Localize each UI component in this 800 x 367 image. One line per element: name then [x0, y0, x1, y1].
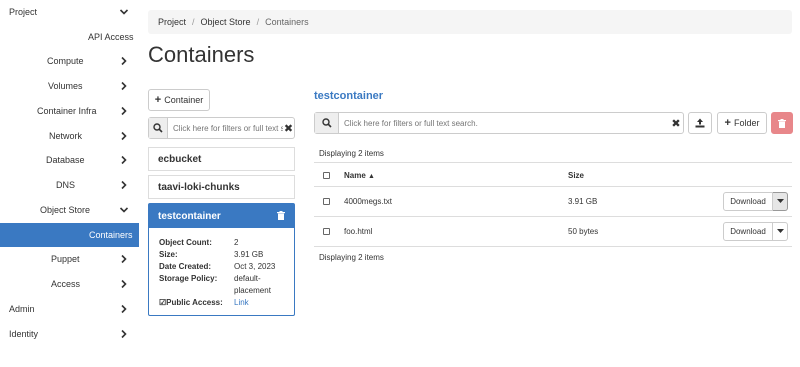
sidebar-item-dns[interactable]: DNS [0, 173, 139, 197]
displaying-count-top: Displaying 2 items [319, 149, 384, 158]
breadcrumb-object-store[interactable]: Object Store [201, 17, 251, 27]
close-icon[interactable]: ✖ [669, 117, 683, 130]
sidebar-item-container-infra[interactable]: Container Infra [0, 99, 139, 123]
chevron-right-icon [119, 155, 129, 165]
sidebar-item-label: API Access [88, 32, 134, 42]
breadcrumb-current: Containers [265, 17, 309, 27]
sidebar-item-label: Containers [89, 230, 133, 240]
chevron-right-icon [119, 304, 129, 314]
selected-container-header[interactable]: testcontainer [149, 204, 294, 228]
upload-icon [695, 118, 705, 128]
container-item-ecbucket[interactable]: ecbucket [148, 147, 295, 171]
chevron-right-icon [119, 106, 129, 116]
sidebar-item-network[interactable]: Network [0, 124, 139, 148]
search-icon [149, 118, 169, 138]
caret-down-icon[interactable] [773, 192, 788, 211]
object-name[interactable]: 4000megs.txt [344, 197, 392, 206]
table-divider [314, 246, 792, 247]
sidebar-item-label: Volumes [48, 81, 83, 91]
add-folder-button[interactable]: + Folder [717, 112, 767, 134]
add-container-label: Container [164, 95, 204, 105]
sort-up-icon: ▲ [368, 173, 375, 180]
chevron-right-icon [119, 81, 129, 91]
breadcrumb-project[interactable]: Project [158, 17, 186, 27]
upload-button[interactable] [688, 112, 712, 134]
caret-down-icon[interactable] [773, 222, 788, 241]
sidebar-item-compute[interactable]: Compute [0, 49, 139, 73]
chevron-right-icon [119, 279, 129, 289]
sidebar-item-label: Admin [9, 304, 35, 314]
object-search: ✖ [314, 112, 684, 134]
sidebar-item-identity[interactable]: Identity [0, 322, 139, 346]
trash-icon[interactable] [277, 211, 285, 220]
add-folder-label: Folder [733, 118, 760, 128]
close-icon[interactable]: ✖ [283, 122, 294, 135]
download-button[interactable]: Download [723, 192, 773, 211]
plus-icon: + [154, 94, 162, 106]
object-name[interactable]: foo.html [344, 227, 372, 236]
sidebar-item-label: Project [9, 7, 38, 17]
object-size: 50 bytes [568, 227, 599, 236]
sidebar-item-label: DNS [56, 180, 76, 190]
sidebar-item-access[interactable]: Access [0, 272, 139, 296]
delete-button[interactable] [771, 112, 793, 134]
public-access-link[interactable]: Link [234, 298, 249, 307]
container-name: taavi-loki-chunks [158, 181, 240, 193]
chevron-right-icon [119, 131, 129, 141]
sidebar-item-label: Access [51, 279, 81, 289]
trash-icon [778, 118, 786, 128]
container-search: ✖ [148, 117, 295, 139]
column-header-size[interactable]: Size [568, 171, 584, 180]
sidebar-item-label: Network [49, 131, 83, 141]
chevron-down-icon [119, 7, 129, 17]
chevron-right-icon [119, 254, 129, 264]
sidebar-item-object-store[interactable]: Object Store [0, 198, 139, 222]
row-checkbox[interactable] [323, 198, 330, 205]
container-title: testcontainer [314, 90, 384, 102]
breadcrumb: Project / Object Store / Containers [148, 10, 792, 34]
page-title: Containers [148, 42, 255, 67]
sidebar-item-database[interactable]: Database [0, 148, 139, 172]
container-name: ecbucket [158, 153, 202, 165]
selected-container-card: testcontainer Object Count: 2 Size: 3.91… [148, 203, 295, 316]
sidebar-item-volumes[interactable]: Volumes [0, 74, 139, 98]
column-header-name[interactable]: Name ▲ [344, 171, 375, 180]
search-icon [315, 113, 339, 133]
sidebar-item-containers[interactable]: Containers [0, 223, 139, 247]
sidebar-item-admin[interactable]: Admin [0, 297, 139, 321]
object-search-input[interactable] [339, 114, 669, 132]
sidebar-item-label: Compute [47, 56, 84, 66]
displaying-count-bottom: Displaying 2 items [319, 253, 384, 262]
sidebar-item-project[interactable]: Project [0, 0, 139, 24]
add-container-button[interactable]: + Container [148, 89, 210, 111]
sidebar-item-puppet[interactable]: Puppet [0, 247, 139, 271]
table-divider [314, 162, 792, 163]
table-row [314, 217, 792, 246]
sidebar-item-api-access[interactable]: API Access [0, 25, 139, 49]
download-button[interactable]: Download [723, 222, 773, 241]
chevron-right-icon [119, 56, 129, 66]
plus-icon: + [724, 117, 731, 129]
container-name: testcontainer [158, 210, 221, 222]
select-all-checkbox[interactable] [323, 172, 330, 179]
breadcrumb-separator: / [256, 17, 260, 27]
download-group: Download [723, 192, 788, 211]
sidebar-item-label: Puppet [51, 254, 80, 264]
download-group: Download [723, 222, 788, 241]
sidebar-item-label: Object Store [40, 205, 91, 215]
sidebar-item-label: Container Infra [37, 106, 97, 116]
sidebar: Project API Access Compute Volumes Conta… [0, 0, 139, 367]
sidebar-item-label: Database [46, 155, 85, 165]
object-size: 3.91 GB [568, 197, 598, 206]
container-search-input[interactable] [168, 119, 284, 137]
sidebar-item-label: Identity [9, 329, 39, 339]
chevron-down-icon [119, 205, 129, 215]
row-checkbox[interactable] [323, 228, 330, 235]
chevron-right-icon [119, 180, 129, 190]
container-item-taavi-loki-chunks[interactable]: taavi-loki-chunks [148, 175, 295, 199]
breadcrumb-separator: / [192, 17, 195, 27]
chevron-right-icon [119, 329, 129, 339]
